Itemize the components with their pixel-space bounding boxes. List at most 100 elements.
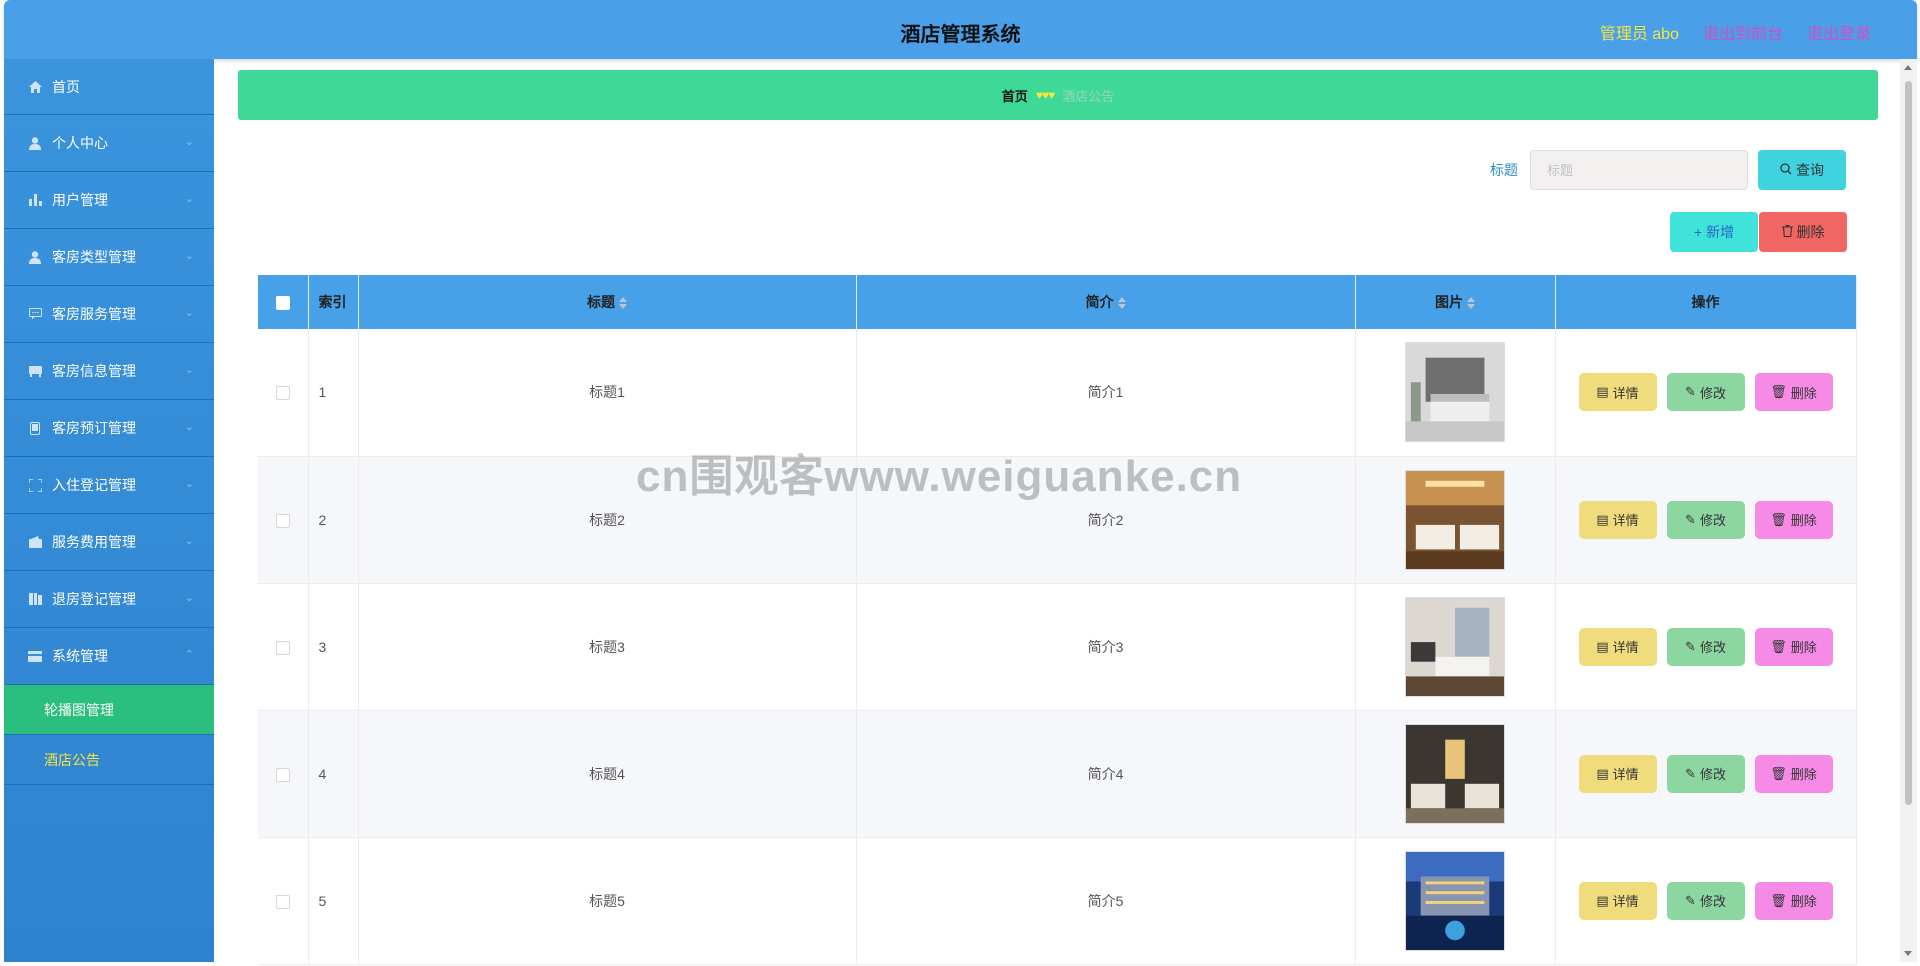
detail-button[interactable]: ▤ 详情 [1578,500,1657,539]
pencil-icon: ✎ [1685,765,1696,781]
chevron-down-icon: ⌄ [184,421,194,433]
detail-button[interactable]: ▤ 详情 [1578,627,1657,666]
batch-delete-button[interactable]: 删除 [1759,212,1847,252]
edit-button-label: 修改 [1699,767,1726,782]
delete-button[interactable]: 🗑 删除 [1754,627,1833,666]
admin-label: 管理员 abo [1599,26,1679,43]
row-select-cell [258,456,309,584]
row-index: 2 [308,456,359,584]
delete-button-label: 删除 [1790,767,1817,782]
sidebar-item-room-info[interactable]: 客房信息管理 ⌄ [4,343,214,400]
row-checkbox[interactable] [275,513,290,528]
add-button[interactable]: + 新增 [1670,212,1758,252]
row-checkbox[interactable] [275,640,290,655]
sidebar-item-label: 服务费用管理 [52,534,136,550]
row-ops-cell: ▤ 详情 ✎ 修改 🗑 删除 [1555,837,1857,965]
edit-button[interactable]: ✎ 修改 [1666,627,1745,666]
room-image[interactable] [1405,596,1505,697]
sidebar-subitem-announcements[interactable]: 酒店公告 [4,735,214,785]
row-image-cell [1355,837,1556,965]
header-image[interactable]: 图片 [1355,275,1556,329]
delete-button[interactable]: 🗑 删除 [1754,373,1833,412]
chevron-down-icon: ⌄ [184,250,194,262]
main-panel: 标题 查询 + 新增 删除 索引 标题 简介 图片 操作 [238,130,1878,966]
vertical-scrollbar[interactable] [1900,59,1917,962]
delete-button-label: 删除 [1790,640,1817,655]
header-image-label: 图片 [1435,294,1463,310]
sort-icon[interactable] [619,296,627,310]
row-checkbox[interactable] [275,767,290,782]
sidebar-item-profile[interactable]: 个人中心 ⌄ [4,115,214,172]
sidebar-item-reservations[interactable]: 客房预订管理 ⌄ [4,400,214,457]
card-icon [28,649,42,663]
sort-icon[interactable] [1117,296,1126,310]
row-title: 标题3 [358,583,857,711]
sidebar-item-system[interactable]: 系统管理 ⌃ [4,628,214,685]
breadcrumb-home[interactable]: 首页 [1002,86,1028,105]
row-index: 4 [308,710,359,838]
row-select-cell [258,837,309,965]
room-image[interactable] [1405,723,1505,824]
wallet-icon [28,535,42,549]
row-image-cell [1355,329,1556,457]
detail-button-label: 详情 [1612,385,1639,401]
edit-button-label: 修改 [1699,640,1726,655]
exit-to-front-link[interactable]: 退出到前台 [1703,20,1783,44]
query-button[interactable]: 查询 [1758,150,1846,190]
scroll-thumb[interactable] [1905,81,1912,805]
detail-button-label: 详情 [1612,513,1639,528]
logout-link[interactable]: 退出登录 [1807,20,1871,44]
detail-button-label: 详情 [1612,640,1639,655]
sidebar-item-service-fees[interactable]: 服务费用管理 ⌄ [4,514,214,571]
room-image[interactable] [1405,469,1505,570]
search-input[interactable] [1530,150,1748,190]
data-table: 索引 标题 简介 图片 操作 1 标题1 简介1 ▤ 详情 ✎ 修改 🗑 删除 … [258,275,1857,965]
delete-button[interactable]: 🗑 删除 [1754,754,1833,793]
row-image-cell [1355,456,1556,584]
chevron-down-icon: ⌄ [184,364,194,376]
row-title: 标题1 [358,329,857,457]
chevron-down-icon: ⌄ [184,307,194,319]
header-title[interactable]: 标题 [358,275,857,329]
search-icon [1780,162,1792,178]
sidebar-item-checkin[interactable]: 入住登记管理 ⌄ [4,457,214,514]
select-all-cell [258,275,309,329]
select-all-checkbox[interactable] [275,296,290,311]
room-image[interactable] [1405,342,1505,443]
sidebar-item-room-services[interactable]: 客房服务管理 ⌄ [4,286,214,343]
sidebar-item-checkout[interactable]: 退房登记管理 ⌄ [4,571,214,628]
detail-button[interactable]: ▤ 详情 [1578,754,1657,793]
edit-button[interactable]: ✎ 修改 [1666,373,1745,412]
scroll-down-icon[interactable] [1904,951,1912,956]
breadcrumb: 首页 ♥♥♥ 酒店公告 [238,70,1878,120]
header-intro[interactable]: 简介 [856,275,1356,329]
sidebar-item-users[interactable]: 用户管理 ⌄ [4,172,214,229]
sidebar-item-home[interactable]: 首页 [4,59,214,115]
hotel-exterior-image[interactable] [1405,850,1505,951]
chevron-down-icon: ⌄ [184,535,194,547]
heart-icon: ♥♥♥ [1035,88,1055,102]
edit-button[interactable]: ✎ 修改 [1666,881,1745,920]
pencil-icon: ✎ [1685,892,1696,908]
trash-icon: 🗑 [1770,638,1787,654]
delete-button[interactable]: 🗑 删除 [1754,881,1833,920]
row-checkbox[interactable] [275,894,290,909]
row-index: 1 [308,329,359,457]
sidebar-item-room-types[interactable]: 客房类型管理 ⌄ [4,229,214,286]
row-select-cell [258,583,309,711]
detail-button-label: 详情 [1612,894,1639,909]
detail-button[interactable]: ▤ 详情 [1578,373,1657,412]
row-index: 5 [308,837,359,965]
table-row: 5 标题5 简介5 ▤ 详情 ✎ 修改 🗑 删除 [258,837,1857,965]
row-checkbox[interactable] [275,386,290,401]
delete-button[interactable]: 🗑 删除 [1754,500,1833,539]
scroll-up-icon[interactable] [1904,65,1912,70]
edit-button[interactable]: ✎ 修改 [1666,500,1745,539]
chevron-down-icon: ⌄ [184,136,194,148]
edit-button[interactable]: ✎ 修改 [1666,754,1745,793]
sort-icon[interactable] [1467,296,1475,310]
detail-button[interactable]: ▤ 详情 [1578,881,1657,920]
row-index: 3 [308,583,359,711]
top-right-links: 管理员 abo 退出到前台 退出登录 [1600,20,1871,44]
sidebar-subitem-carousel[interactable]: 轮播图管理 [4,685,214,735]
